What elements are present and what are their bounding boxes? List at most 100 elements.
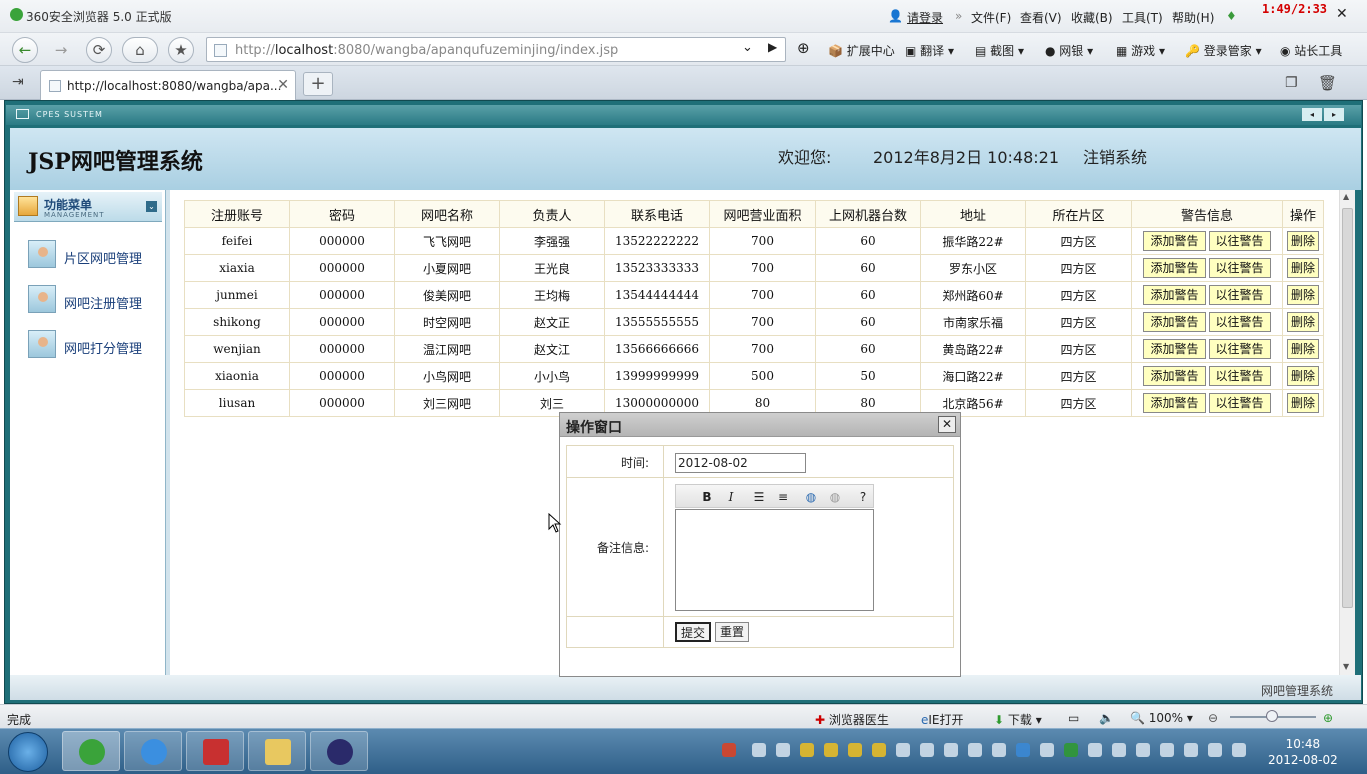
ordered-list-icon[interactable]: ☰ [750,488,768,506]
menu-tools[interactable]: 工具(T) [1122,9,1163,26]
vertical-scrollbar[interactable]: ▲ ▼ [1339,190,1355,675]
collapse-menu-icon[interactable]: ⌄ [146,201,157,212]
trash-icon[interactable]: 🗑 [1318,74,1337,92]
tab-close-icon[interactable]: ✕ [277,77,289,93]
volume-icon[interactable]: 🔈 [1099,711,1114,725]
address-bar[interactable]: http://localhost:8080/wangba/apanqufuzem… [206,37,786,62]
add-warning-button[interactable]: 添加警告 [1143,285,1206,305]
sidebar-item-scoring-management[interactable]: 网吧打分管理 [28,330,158,360]
add-warning-button[interactable]: 添加警告 [1143,231,1206,251]
menu-help[interactable]: 帮助(H) [1172,9,1214,26]
skin-icon[interactable]: ♦ [1226,9,1237,23]
security-icon[interactable]: ⊕ [797,39,810,57]
tray-icon[interactable] [752,743,766,757]
menu-view[interactable]: 查看(V) [1020,9,1062,26]
forward-button[interactable]: → [48,37,74,63]
window-icon[interactable]: ▭ [1068,711,1079,725]
add-warning-button[interactable]: 添加警告 [1143,366,1206,386]
back-button[interactable]: ← [12,37,38,63]
tray-icon[interactable] [920,743,934,757]
close-window-icon[interactable]: ✕ [1336,6,1348,22]
past-warnings-button[interactable]: 以往警告 [1208,339,1271,359]
address-dropdown-icon[interactable]: ⌄ [742,40,753,55]
past-warnings-button[interactable]: 以往警告 [1208,366,1271,386]
submit-button[interactable]: 提交 [675,622,712,642]
taskbar-explorer[interactable] [248,731,306,771]
restore-tabs-icon[interactable]: ❐ [1285,75,1298,91]
reset-button[interactable]: 重置 [715,622,750,642]
zoom-control[interactable]: 🔍 100% ▾ [1130,711,1193,725]
tray-icon[interactable] [776,743,790,757]
tray-icon[interactable] [1040,743,1054,757]
go-icon[interactable]: ▶ [768,40,777,54]
delete-button[interactable]: 删除 [1286,366,1319,386]
taskbar-toolbox[interactable] [186,731,244,771]
webmaster-tools-button[interactable]: ◉ 站长工具 [1280,42,1342,59]
tray-icon[interactable] [1184,743,1198,757]
delete-button[interactable]: 删除 [1286,285,1319,305]
past-warnings-button[interactable]: 以往警告 [1208,285,1271,305]
logout-link[interactable]: 注销系统 [1083,144,1147,168]
download-button[interactable]: ⬇ 下载 ▾ [994,711,1042,728]
scroll-up-icon[interactable]: ▲ [1343,192,1349,201]
delete-button[interactable]: 删除 [1286,312,1319,332]
tray-flag-icon[interactable] [1160,743,1174,757]
tray-qq-icon[interactable] [872,743,886,757]
delete-button[interactable]: 删除 [1286,231,1319,251]
dialog-title-bar[interactable]: 操作窗口 ✕ [560,413,960,437]
tray-shield-icon[interactable] [1016,743,1030,757]
scroll-right-icon[interactable]: ▸ [1324,108,1344,121]
scroll-left-icon[interactable]: ◂ [1302,108,1322,121]
tray-volume-icon[interactable] [1232,743,1246,757]
favorite-star-button[interactable]: ★ [168,37,194,63]
dialog-close-button[interactable]: ✕ [938,416,956,433]
delete-button[interactable]: 删除 [1286,258,1319,278]
taskbar-360-browser[interactable] [62,731,120,771]
past-warnings-button[interactable]: 以往警告 [1208,258,1271,278]
login-manager-button[interactable]: 🔑 登录管家 ▾ [1185,42,1262,59]
zoom-slider-handle[interactable] [1266,710,1278,722]
add-warning-button[interactable]: 添加警告 [1143,393,1206,413]
login-link[interactable]: 请登录 [907,9,943,26]
unordered-list-icon[interactable]: ≡ [774,488,792,506]
refresh-button[interactable]: ⟳ [86,37,112,63]
ie-open-button[interactable]: eIE打开 [921,711,964,728]
tray-icon[interactable] [944,743,958,757]
unlink-icon[interactable]: ◍ [826,488,844,506]
add-warning-button[interactable]: 添加警告 [1143,339,1206,359]
link-icon[interactable]: ◍ [802,488,820,506]
browser-tab[interactable]: http://localhost:8080/wangba/apa... ✕ [40,70,296,100]
menu-file[interactable]: 文件(F) [971,9,1011,26]
tray-icon[interactable] [992,743,1006,757]
tray-icon[interactable] [1064,743,1078,757]
zoom-out-icon[interactable]: ⊖ [1208,711,1218,725]
start-button[interactable] [8,732,48,772]
add-warning-button[interactable]: 添加警告 [1143,312,1206,332]
help-icon[interactable]: ? [854,488,872,506]
bold-button[interactable]: B [698,488,716,506]
zoom-in-icon[interactable]: ⊕ [1323,711,1333,725]
taskbar-eclipse[interactable] [310,731,368,771]
browser-doctor-button[interactable]: ✚ 浏览器医生 [815,711,889,728]
past-warnings-button[interactable]: 以往警告 [1208,231,1271,251]
menu-favorites[interactable]: 收藏(B) [1071,9,1113,26]
extension-center-button[interactable]: 📦 扩展中心 [828,42,895,59]
tray-icon[interactable] [1136,743,1150,757]
games-button[interactable]: ▦ 游戏 ▾ [1116,42,1165,59]
delete-button[interactable]: 删除 [1286,393,1319,413]
sidebar-item-registration-management[interactable]: 网吧注册管理 [28,285,158,315]
new-tab-button[interactable]: + [303,72,333,96]
translate-button[interactable]: ▣ 翻译 ▾ [905,42,954,59]
tray-icon[interactable] [896,743,910,757]
past-warnings-button[interactable]: 以往警告 [1208,312,1271,332]
tray-icon[interactable] [1112,743,1126,757]
delete-button[interactable]: 删除 [1286,339,1319,359]
note-editor[interactable] [675,509,874,611]
tray-ime-icon[interactable] [722,743,736,757]
home-button[interactable]: ⌂ [122,37,158,63]
system-clock[interactable]: 10:48 2012-08-02 [1268,736,1338,768]
scroll-down-icon[interactable]: ▼ [1343,662,1349,671]
scrollbar-thumb[interactable] [1342,208,1353,608]
add-warning-button[interactable]: 添加警告 [1143,258,1206,278]
time-input[interactable]: 2012-08-02 [675,453,806,473]
